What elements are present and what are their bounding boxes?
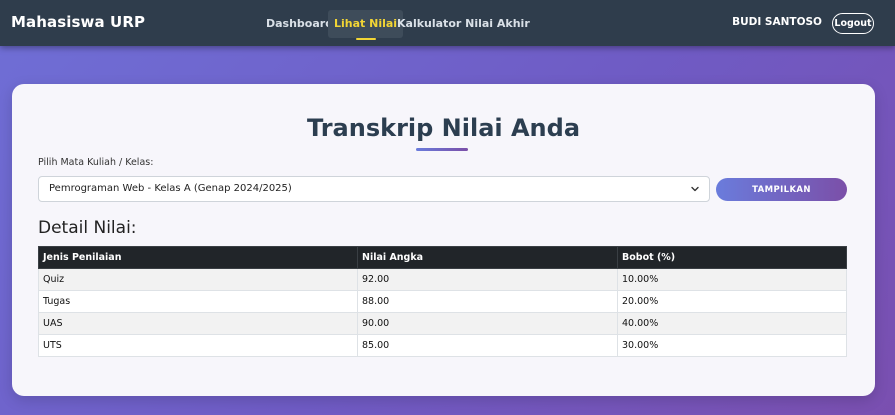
table-cell: UTS	[38, 334, 358, 357]
column-header-jenis-penilaian: Jenis Penilaian	[38, 246, 358, 269]
detail-heading: Detail Nilai:	[38, 218, 137, 238]
table-cell: Quiz	[38, 268, 358, 291]
course-select[interactable]: Pemrograman Web - Kelas A (Genap 2024/20…	[38, 176, 710, 202]
table-cell: 40.00%	[617, 312, 847, 335]
top-navbar: Mahasiswa URP Dashboard Lihat Nilai Kalk…	[0, 0, 895, 46]
nav-link-kalkulator-nilai-akhir[interactable]: Kalkulator Nilai Akhir	[391, 10, 536, 38]
title-underline	[416, 148, 468, 151]
course-select-value: Pemrograman Web - Kelas A (Genap 2024/20…	[49, 183, 292, 194]
chevron-down-icon	[691, 186, 699, 192]
course-select-label: Pilih Mata Kuliah / Kelas:	[38, 157, 154, 168]
column-header-nilai-angka: Nilai Angka	[357, 246, 618, 269]
table-cell: 20.00%	[617, 290, 847, 313]
table-cell: 90.00	[357, 312, 618, 335]
table-cell: 10.00%	[617, 268, 847, 291]
table-row: UAS 90.00 40.00%	[38, 312, 847, 335]
show-grades-button[interactable]: TAMPILKAN	[716, 178, 847, 201]
table-cell: UAS	[38, 312, 358, 335]
table-header-row: Jenis Penilaian Nilai Angka Bobot (%)	[38, 246, 847, 269]
table-cell: 30.00%	[617, 334, 847, 357]
transcript-card: Transkrip Nilai Anda Pilih Mata Kuliah /…	[12, 84, 875, 396]
column-header-bobot: Bobot (%)	[617, 246, 847, 269]
table-cell: 85.00	[357, 334, 618, 357]
table-cell: 88.00	[357, 290, 618, 313]
table-row: Quiz 92.00 10.00%	[38, 268, 847, 291]
table-row: Tugas 88.00 20.00%	[38, 290, 847, 313]
grades-table: Jenis Penilaian Nilai Angka Bobot (%) Qu…	[38, 246, 847, 357]
table-row: UTS 85.00 30.00%	[38, 334, 847, 357]
user-name: BUDI SANTOSO	[732, 16, 822, 28]
brand-title[interactable]: Mahasiswa URP	[11, 13, 145, 31]
table-cell: Tugas	[38, 290, 358, 313]
page-title: Transkrip Nilai Anda	[306, 114, 581, 142]
logout-button[interactable]: Logout	[832, 13, 874, 34]
table-cell: 92.00	[357, 268, 618, 291]
